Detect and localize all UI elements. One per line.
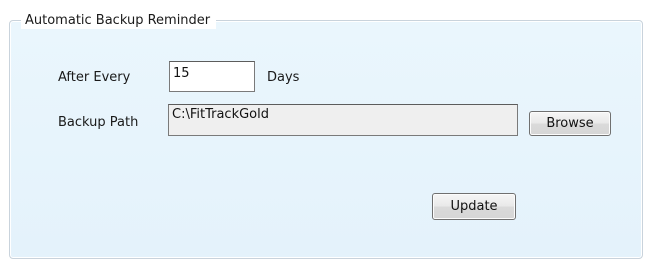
backup-reminder-panel: Automatic Backup Reminder After Every 15… (0, 0, 647, 267)
days-label: Days (267, 70, 300, 85)
backup-path-label: Backup Path (58, 115, 139, 130)
after-every-label: After Every (58, 70, 131, 85)
backup-path-field[interactable]: C:\FitTrackGold (168, 104, 518, 136)
backup-reminder-groupbox (9, 20, 643, 259)
groupbox-title: Automatic Backup Reminder (21, 13, 217, 29)
after-every-input[interactable]: 15 (169, 61, 255, 92)
browse-button[interactable]: Browse (529, 111, 611, 136)
update-button[interactable]: Update (432, 193, 516, 220)
